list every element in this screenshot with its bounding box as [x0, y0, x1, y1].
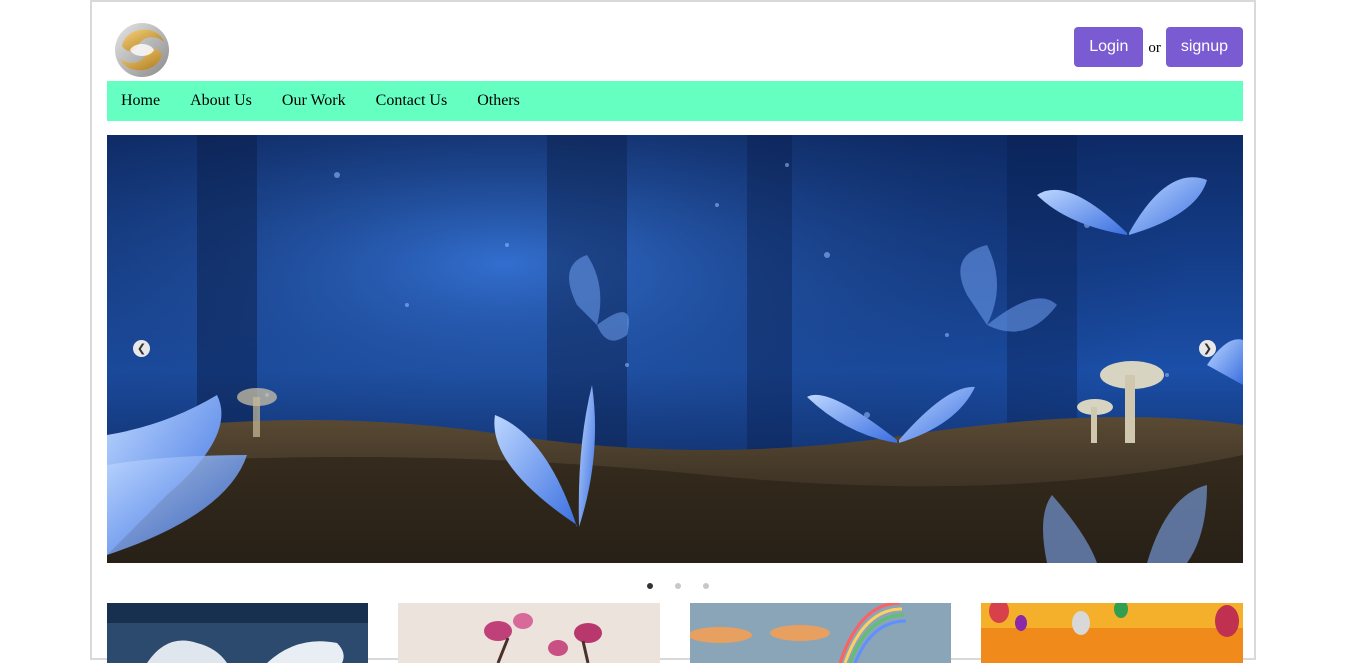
- chevron-right-icon: ❯: [1202, 342, 1213, 355]
- slider-dots: [0, 583, 1349, 589]
- auth-buttons: Login or signup: [1074, 27, 1243, 67]
- nav-item-home[interactable]: Home: [121, 92, 160, 110]
- slider-dot-1[interactable]: [646, 583, 653, 589]
- thumbnail-pink-flowers[interactable]: [398, 603, 660, 663]
- chevron-left-icon: ❮: [136, 342, 147, 355]
- nav-item-our-work[interactable]: Our Work: [282, 92, 346, 110]
- slider-next-button[interactable]: ❯: [1199, 340, 1216, 357]
- main-nav: Home About Us Our Work Contact Us Others: [107, 81, 1243, 121]
- slider-dot-2[interactable]: [674, 583, 681, 589]
- thumbnail-hot-air-balloons[interactable]: [981, 603, 1243, 663]
- nav-item-about-us[interactable]: About Us: [190, 92, 252, 110]
- thumbnail-rainbow-sky[interactable]: [690, 603, 951, 663]
- signup-button[interactable]: signup: [1165, 27, 1243, 67]
- nav-item-others[interactable]: Others: [477, 92, 520, 110]
- hero-slider-image: [107, 135, 1243, 563]
- login-button[interactable]: Login: [1074, 27, 1144, 67]
- slider-dot-3[interactable]: [702, 583, 709, 589]
- thumbnail-cruise-ship[interactable]: [107, 603, 368, 663]
- site-logo[interactable]: [112, 20, 172, 80]
- slider-prev-button[interactable]: ❮: [133, 340, 150, 357]
- nav-item-contact-us[interactable]: Contact Us: [376, 92, 448, 110]
- or-separator: or: [1148, 39, 1161, 56]
